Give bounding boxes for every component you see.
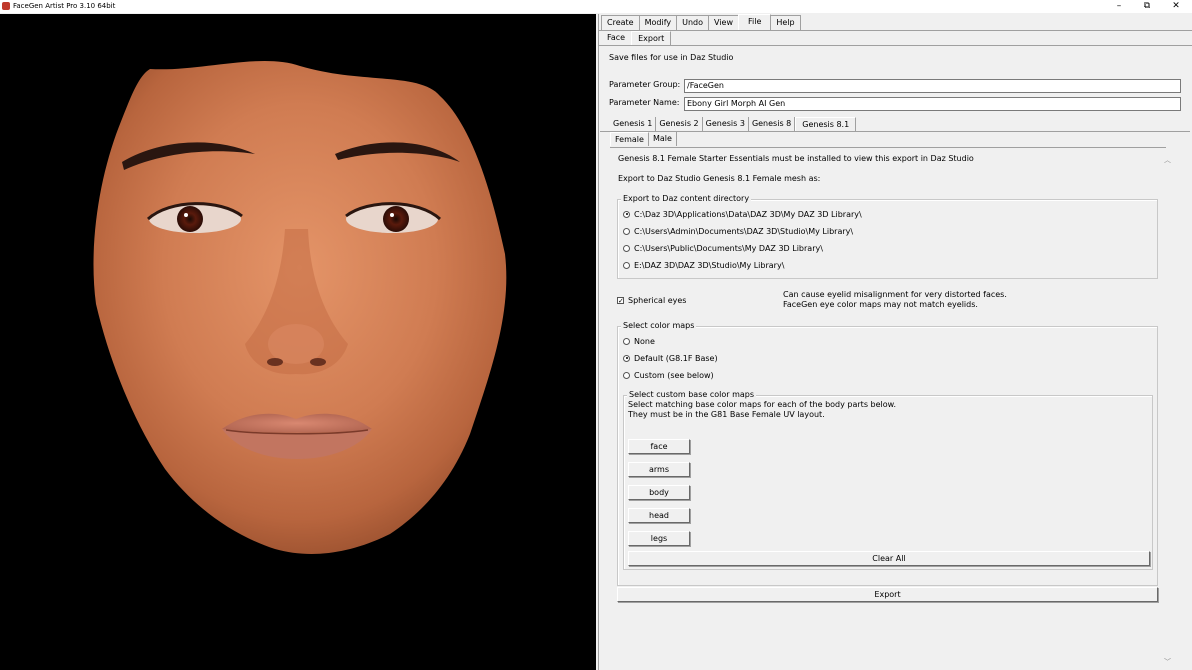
checkmark-icon: ✓ xyxy=(617,296,624,305)
param-name-label: Parameter Name: xyxy=(609,98,680,107)
notice-text: Genesis 8.1 Female Starter Essentials mu… xyxy=(618,154,974,163)
tab-create[interactable]: Create xyxy=(601,15,640,30)
tab-view[interactable]: View xyxy=(708,15,739,30)
custom-maps-group: Select custom base color maps Select mat… xyxy=(623,390,1153,570)
control-panel: Create Modify Undo View File Help Face E… xyxy=(598,14,1192,670)
color-maps-title: Select color maps xyxy=(621,321,697,331)
radio-selected-icon xyxy=(623,210,630,218)
param-name-input[interactable]: Ebony Girl Morph AI Gen xyxy=(684,97,1181,111)
tab-help[interactable]: Help xyxy=(770,15,801,30)
dir-option-label: C:\Daz 3D\Applications\Data\DAZ 3D\My DA… xyxy=(634,209,862,219)
tab-female[interactable]: Female xyxy=(610,132,649,146)
spherical-eyes-checkbox[interactable]: ✓ Spherical eyes xyxy=(617,294,686,306)
body-map-button[interactable]: body xyxy=(628,485,690,500)
dir-option-label: C:\Users\Admin\Documents\DAZ 3D\Studio\M… xyxy=(634,226,854,236)
clear-all-button[interactable]: Clear All xyxy=(628,551,1150,566)
export-panel: Save files for use in Daz Studio Paramet… xyxy=(600,47,1190,669)
tab-export[interactable]: Export xyxy=(631,31,672,45)
mesh-text: Export to Daz Studio Genesis 8.1 Female … xyxy=(618,174,821,183)
tab-genesis-2[interactable]: Genesis 2 xyxy=(656,117,703,131)
legs-map-button[interactable]: legs xyxy=(628,531,690,546)
spherical-note-2: FaceGen eye color maps may not match eye… xyxy=(783,300,978,309)
tab-genesis-8[interactable]: Genesis 8 xyxy=(749,117,796,131)
close-button[interactable]: ✕ xyxy=(1161,0,1191,12)
radio-selected-icon xyxy=(623,354,630,362)
param-group-label: Parameter Group: xyxy=(609,80,681,89)
genesis-tabs: Genesis 1 Genesis 2 Genesis 3 Genesis 8 … xyxy=(610,117,857,131)
radio-icon xyxy=(623,371,630,379)
export-button[interactable]: Export xyxy=(617,587,1158,602)
app-logo-icon xyxy=(2,2,10,10)
radio-icon xyxy=(623,244,630,252)
tab-face[interactable]: Face xyxy=(601,31,631,45)
face-render xyxy=(93,60,507,554)
directory-group-title: Export to Daz content directory xyxy=(621,194,752,204)
3d-viewport[interactable] xyxy=(0,14,596,670)
spherical-eyes-label: Spherical eyes xyxy=(628,295,687,305)
radio-icon xyxy=(623,227,630,235)
gender-tabs: Female Male xyxy=(610,132,677,146)
head-map-button[interactable]: head xyxy=(628,508,690,523)
param-group-input[interactable]: /FaceGen xyxy=(684,79,1181,93)
dir-option-1[interactable]: C:\Users\Admin\Documents\DAZ 3D\Studio\M… xyxy=(623,225,853,237)
tab-undo[interactable]: Undo xyxy=(676,15,710,30)
color-maps-group: Select color maps None Default (G8.1F Ba… xyxy=(617,321,1158,586)
menu-tabs: Create Modify Undo View File Help xyxy=(601,14,801,31)
arms-map-button[interactable]: arms xyxy=(628,462,690,477)
dir-option-label: C:\Users\Public\Documents\My DAZ 3D Libr… xyxy=(634,243,823,253)
tab-modify[interactable]: Modify xyxy=(638,15,678,30)
radio-icon xyxy=(623,261,630,269)
color-option-default[interactable]: Default (G8.1F Base) xyxy=(623,352,718,364)
restore-button[interactable]: ⧉ xyxy=(1132,0,1162,12)
scroll-down-icon[interactable]: ﹀ xyxy=(1164,657,1171,667)
dir-option-0[interactable]: C:\Daz 3D\Applications\Data\DAZ 3D\My DA… xyxy=(623,208,862,220)
scroll-up-icon[interactable]: ︿ xyxy=(1164,155,1171,165)
custom-text-1: Select matching base color maps for each… xyxy=(628,400,896,409)
color-option-custom[interactable]: Custom (see below) xyxy=(623,369,714,381)
tab-genesis-8-1[interactable]: Genesis 8.1 xyxy=(795,117,857,131)
color-option-label: None xyxy=(634,336,655,346)
dir-option-label: E:\DAZ 3D\DAZ 3D\Studio\My Library\ xyxy=(634,260,785,270)
window-title: FaceGen Artist Pro 3.10 64bit xyxy=(13,2,116,10)
directory-group: Export to Daz content directory C:\Daz 3… xyxy=(617,194,1158,279)
export-heading: Save files for use in Daz Studio xyxy=(609,53,734,62)
color-option-label: Default (G8.1F Base) xyxy=(634,353,718,363)
radio-icon xyxy=(623,337,630,345)
color-option-none[interactable]: None xyxy=(623,335,655,347)
dir-option-2[interactable]: C:\Users\Public\Documents\My DAZ 3D Libr… xyxy=(623,242,823,254)
tab-genesis-3[interactable]: Genesis 3 xyxy=(703,117,749,131)
tab-male[interactable]: Male xyxy=(649,132,677,146)
minimize-button[interactable]: – xyxy=(1104,0,1134,12)
title-bar: FaceGen Artist Pro 3.10 64bit – ⧉ ✕ xyxy=(0,0,1192,13)
custom-text-2: They must be in the G81 Base Female UV l… xyxy=(628,410,825,419)
tab-file[interactable]: File xyxy=(738,14,772,30)
face-map-button[interactable]: face xyxy=(628,439,690,454)
sub-tabs: Face Export xyxy=(601,31,672,45)
custom-maps-title: Select custom base color maps xyxy=(627,390,757,400)
color-option-label: Custom (see below) xyxy=(634,370,714,380)
dir-option-3[interactable]: E:\DAZ 3D\DAZ 3D\Studio\My Library\ xyxy=(623,259,784,271)
tab-genesis-1[interactable]: Genesis 1 xyxy=(610,117,657,131)
